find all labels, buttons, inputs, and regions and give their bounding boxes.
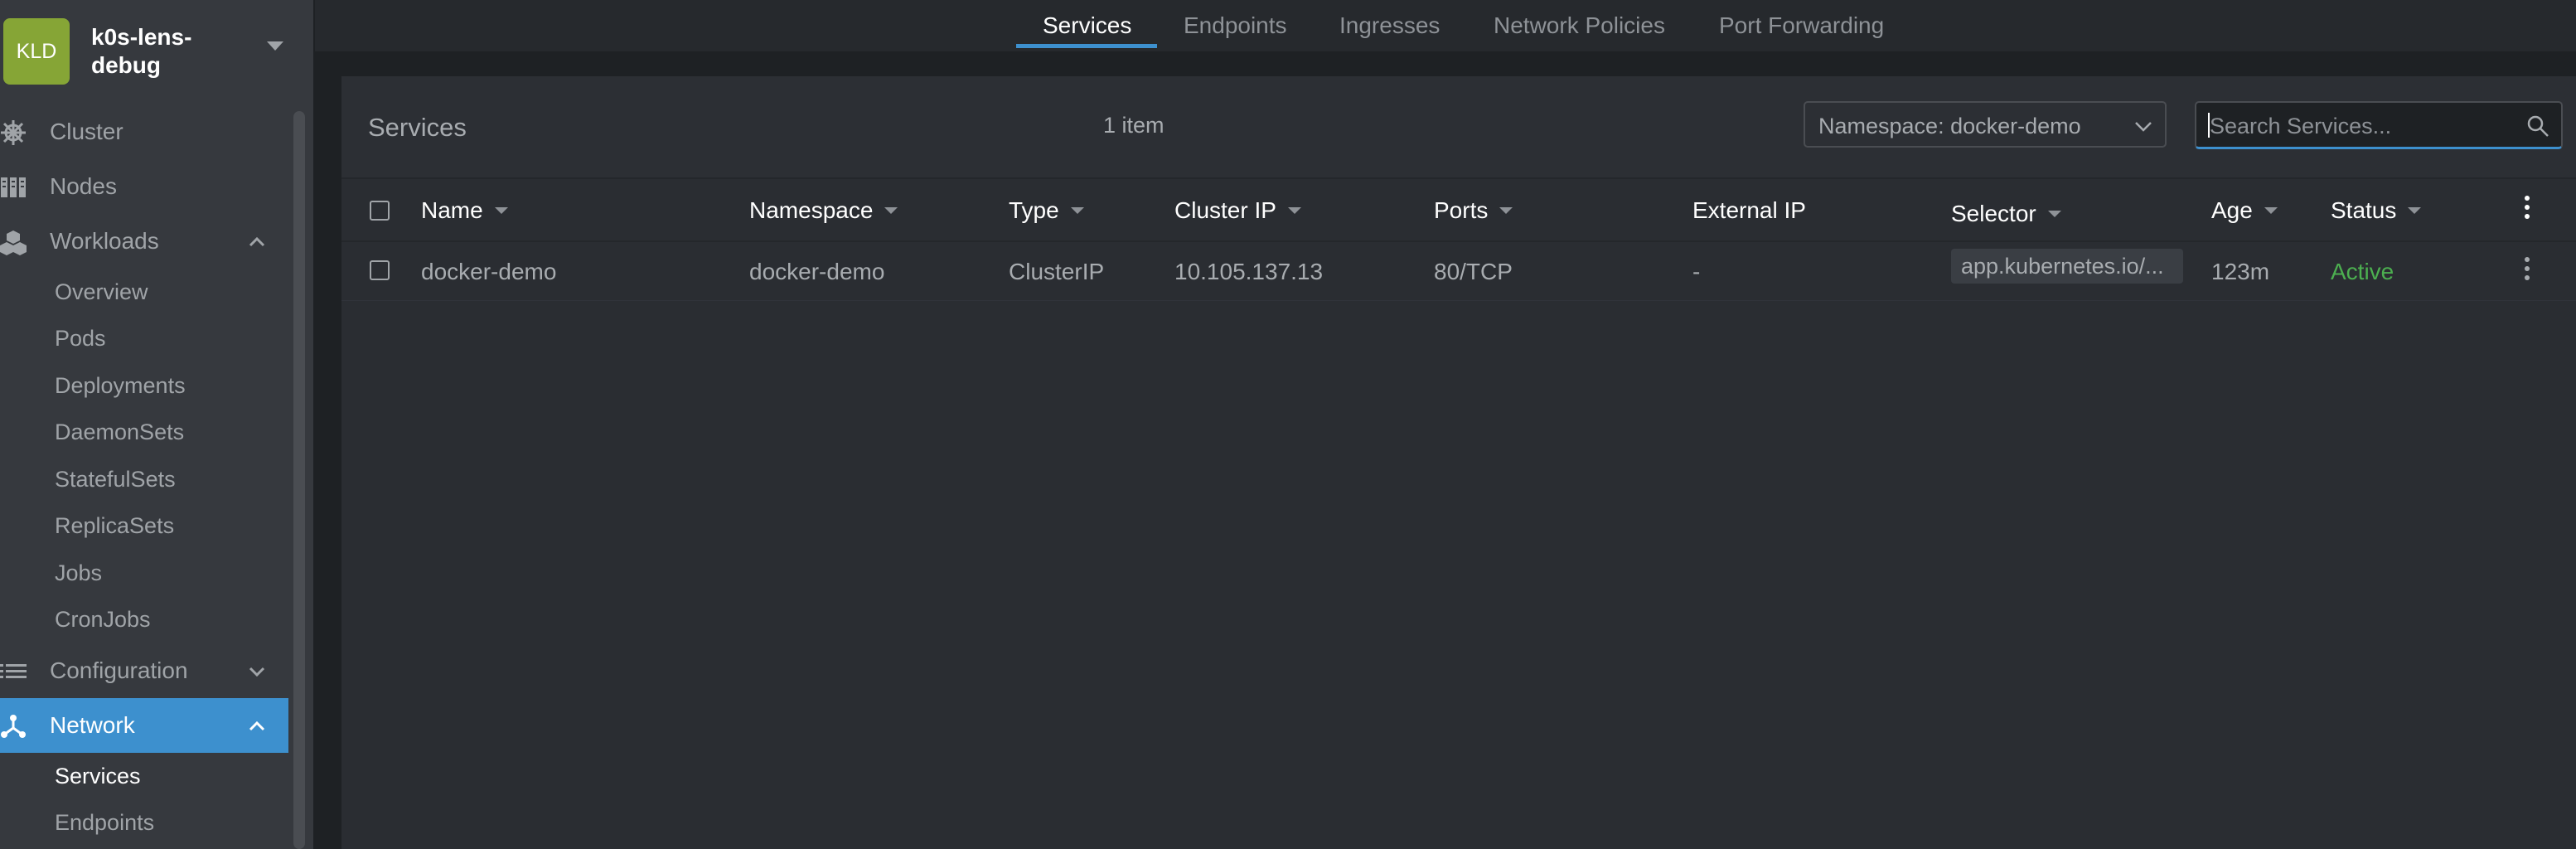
sidebar-subitem-endpoints[interactable]: Endpoints <box>0 800 288 847</box>
column-label: Selector <box>1951 201 2036 226</box>
search-input[interactable] <box>2208 111 2518 141</box>
cluster-badge: KLD <box>3 18 70 85</box>
chevron-up-icon[interactable] <box>247 716 267 736</box>
sidebar-subitem-replicasets[interactable]: ReplicaSets <box>0 503 288 551</box>
column-label: Cluster IP <box>1174 197 1276 223</box>
sidebar-subitem-deployments[interactable]: Deployments <box>0 362 288 410</box>
cell-age: 123m <box>2211 259 2270 284</box>
column-header-type[interactable]: Type <box>1009 197 1084 224</box>
sort-caret-icon <box>1499 207 1513 214</box>
page-title: Services <box>368 113 467 142</box>
tab-endpoints[interactable]: Endpoints <box>1184 0 1287 51</box>
cell-external-ip: - <box>1692 259 1701 284</box>
chevron-up-icon[interactable] <box>247 232 267 252</box>
sidebar-item-label: Workloads <box>50 228 159 254</box>
item-count: 1 item <box>1103 113 1165 138</box>
select-all-checkbox[interactable] <box>370 201 390 221</box>
column-menu-icon[interactable] <box>2525 196 2531 223</box>
sidebar-subitem-services[interactable]: Services <box>0 753 288 800</box>
sort-caret-icon <box>2408 207 2422 214</box>
sidebar-item-label: Network <box>50 712 135 738</box>
namespace-select-value: Namespace: docker-demo <box>1818 114 2081 138</box>
table-row[interactable]: docker-demo docker-demo ClusterIP 10.105… <box>341 242 2576 301</box>
text-cursor <box>2208 113 2210 138</box>
network-icon <box>1 715 26 738</box>
column-header-external-ip[interactable]: External IP <box>1692 197 1806 224</box>
search-icon[interactable] <box>2526 114 2549 138</box>
caret-down-icon[interactable] <box>267 41 283 51</box>
cluster-selector[interactable]: KLD k0s-lens-debug <box>0 0 313 103</box>
sidebar-item-label: Cluster <box>50 119 123 144</box>
sort-caret-icon <box>2047 211 2061 217</box>
row-menu-icon[interactable] <box>2525 257 2531 284</box>
sidebar-subitem-daemonsets[interactable]: DaemonSets <box>0 410 288 457</box>
column-header-status[interactable]: Status <box>2331 197 2422 224</box>
column-header-ports[interactable]: Ports <box>1434 197 1513 224</box>
cubes-icon <box>0 230 27 255</box>
sidebar-item-cluster[interactable]: Cluster <box>0 104 288 159</box>
sort-caret-icon <box>494 207 508 214</box>
sidebar-subitem-statefulsets[interactable]: StatefulSets <box>0 456 288 503</box>
services-panel: Services 1 item Namespace: docker-demo N… <box>341 76 2576 849</box>
server-rack-icon <box>1 177 26 197</box>
sidebar-item-workloads[interactable]: Workloads <box>0 214 288 269</box>
cell-namespace: docker-demo <box>749 259 885 284</box>
sort-caret-icon <box>2264 207 2278 214</box>
table-header: Name Namespace Type Cluster IP Ports Ext… <box>341 179 2576 242</box>
column-label: Type <box>1009 197 1059 223</box>
sort-caret-icon <box>1287 207 1301 214</box>
cluster-name: k0s-lens-debug <box>91 24 192 78</box>
column-label: External IP <box>1692 197 1806 223</box>
column-header-cluster-ip[interactable]: Cluster IP <box>1174 197 1301 224</box>
search-box[interactable] <box>2195 101 2563 149</box>
column-header-age[interactable]: Age <box>2211 197 2278 224</box>
sort-caret-icon <box>1070 207 1084 214</box>
chevron-down-icon <box>2135 122 2152 132</box>
list-icon <box>0 664 27 678</box>
sidebar-subitem-pods[interactable]: Pods <box>0 316 288 363</box>
column-label: Name <box>421 197 483 223</box>
sidebar-subitem-cronjobs[interactable]: CronJobs <box>0 597 288 644</box>
tab-port-forwarding[interactable]: Port Forwarding <box>1719 0 1884 51</box>
cell-name: docker-demo <box>421 259 557 284</box>
column-label: Namespace <box>749 197 874 223</box>
chevron-down-icon[interactable] <box>247 662 267 682</box>
row-checkbox[interactable] <box>370 260 390 280</box>
sidebar-item-label: Nodes <box>50 173 117 199</box>
tab-ingresses[interactable]: Ingresses <box>1339 0 1440 51</box>
sidebar-item-nodes[interactable]: Nodes <box>0 159 288 214</box>
panel-header: Services 1 item Namespace: docker-demo <box>341 76 2576 179</box>
sort-caret-icon <box>884 207 898 214</box>
tab-bar: Services Endpoints Ingresses Network Pol… <box>315 0 2576 51</box>
column-label: Age <box>2211 197 2253 223</box>
cell-cluster-ip: 10.105.137.13 <box>1174 259 1324 284</box>
column-label: Ports <box>1434 197 1489 223</box>
sidebar-item-label: Configuration <box>50 657 188 683</box>
column-label: Status <box>2331 197 2397 223</box>
tab-network-policies[interactable]: Network Policies <box>1494 0 1665 51</box>
sidebar-item-network[interactable]: Network <box>0 698 288 753</box>
cell-ports: 80/TCP <box>1434 259 1513 284</box>
sidebar-subitem-jobs[interactable]: Jobs <box>0 550 288 597</box>
cell-status: Active <box>2331 259 2394 284</box>
sidebar-item-configuration[interactable]: Configuration <box>0 643 288 698</box>
sidebar-subitem-overview[interactable]: Overview <box>0 269 288 316</box>
helm-wheel-icon <box>1 120 26 145</box>
active-tab-indicator <box>1016 44 1157 48</box>
cell-selector-chip: app.kubernetes.io/... <box>1951 249 2183 284</box>
column-header-selector[interactable]: Selector <box>1951 201 2061 227</box>
column-header-namespace[interactable]: Namespace <box>749 197 898 224</box>
cell-type: ClusterIP <box>1009 259 1105 284</box>
sidebar-nav: Cluster Nodes Workloads Overview Pods De… <box>0 104 288 847</box>
sidebar-scrollbar-thumb[interactable] <box>293 111 305 849</box>
namespace-select[interactable]: Namespace: docker-demo <box>1804 101 2167 148</box>
column-header-name[interactable]: Name <box>421 197 508 224</box>
sidebar: KLD k0s-lens-debug Cluster Nodes Workloa… <box>0 0 313 849</box>
